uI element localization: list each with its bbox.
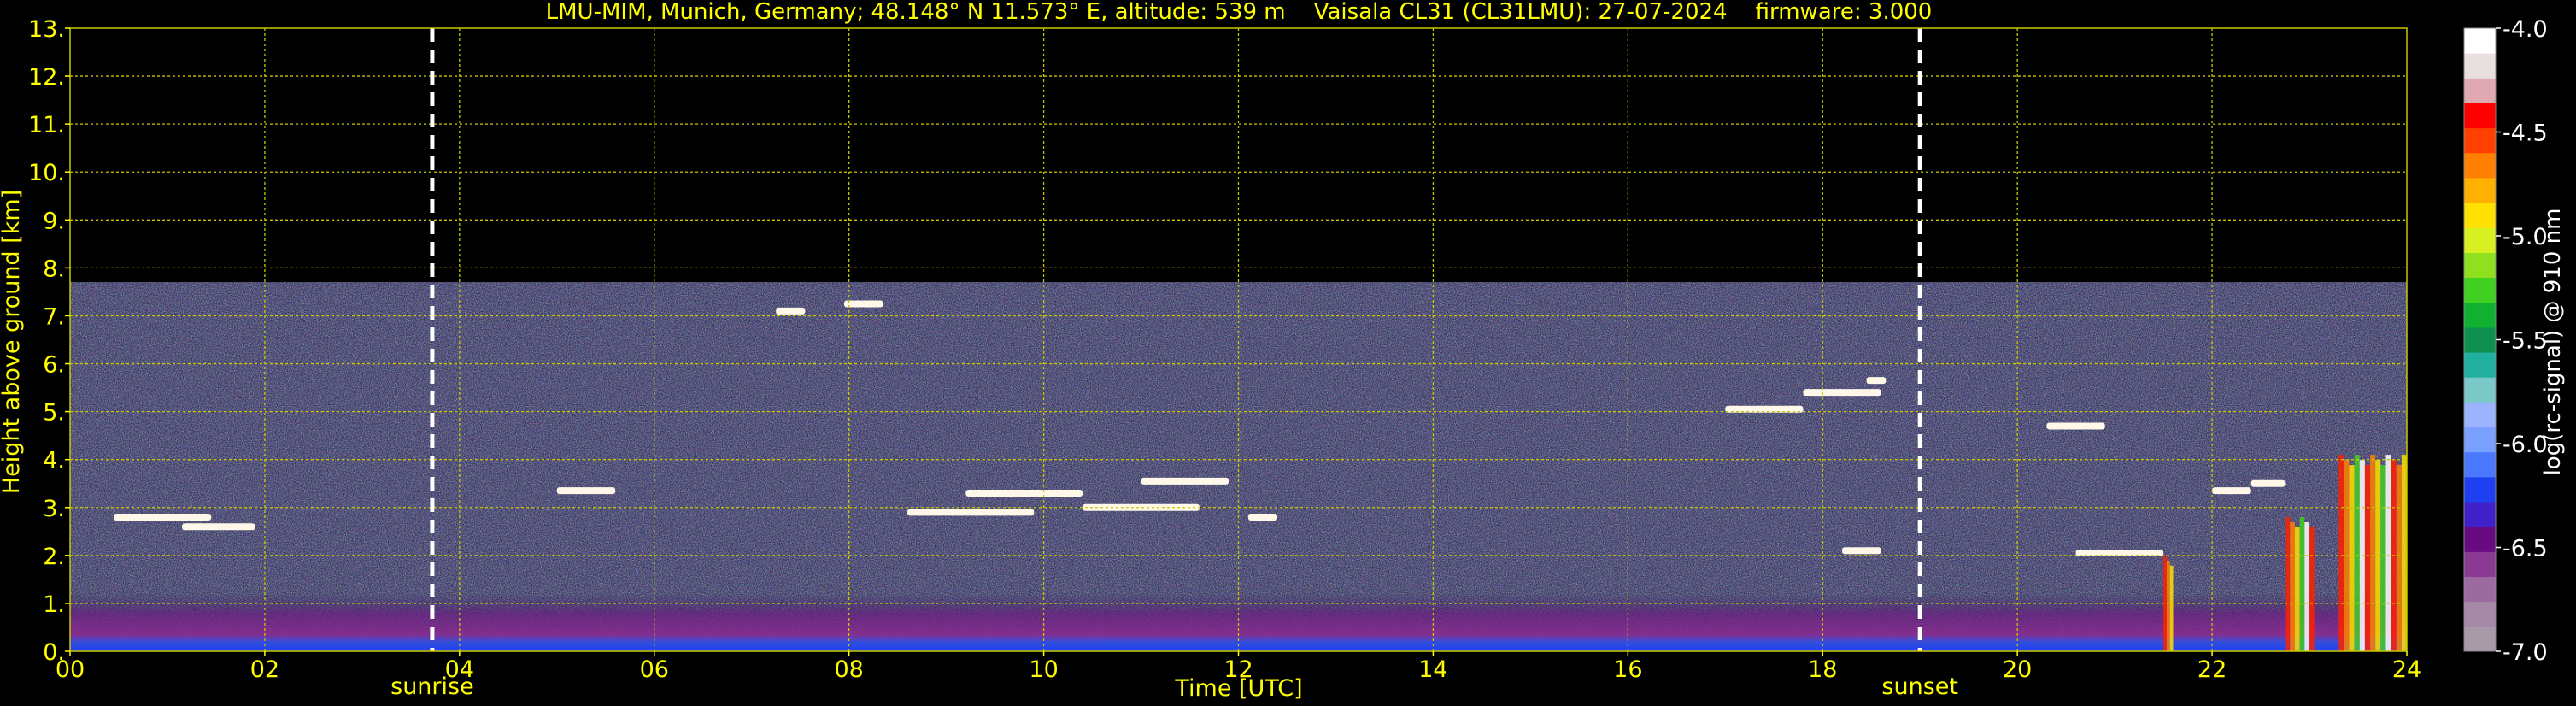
precip-streak-2-0 [2338, 455, 2344, 651]
precip-streak-1-3 [2299, 516, 2305, 651]
cloud-layer-4 [843, 300, 883, 308]
precip-streak-2-6 [2370, 455, 2376, 651]
y-tick-label-11: 11. [28, 112, 65, 138]
colorbar-swatch-6 [2464, 476, 2496, 503]
colorbar-tick-label-1: -4.5 [2503, 121, 2548, 147]
colorbar-swatch-22 [2464, 78, 2496, 103]
colorbar-swatch-20 [2464, 127, 2496, 154]
cloud-layer-12 [1866, 377, 1887, 385]
colorbar-swatch-3 [2464, 551, 2496, 578]
y-tick-label-9: 9. [43, 208, 65, 234]
colorbar-swatch-1 [2464, 601, 2496, 627]
x-tick-label-8: 16 [1613, 656, 1642, 683]
x-tick-label-5: 10 [1029, 656, 1058, 683]
colorbar-swatch-11 [2464, 352, 2496, 378]
boundary-layer-aerosol [70, 593, 2407, 651]
x-tick-label-7: 14 [1418, 656, 1447, 683]
colorbar-swatch-24 [2464, 28, 2496, 54]
cloud-layer-1 [182, 523, 255, 531]
colorbar-swatch-0 [2464, 626, 2496, 652]
cloud-layer-9 [1247, 513, 1278, 521]
x-axis-label: Time [UTC] [1174, 675, 1302, 702]
precip-streak-1-1 [2290, 521, 2295, 651]
precip-streak-1-5 [2309, 527, 2315, 651]
cloud-layer-3 [776, 307, 806, 315]
cloud-layer-8 [1141, 477, 1229, 485]
precip-streak-2-9 [2385, 455, 2391, 651]
precip-streak-2-12 [2401, 455, 2407, 651]
colorbar-swatch-7 [2464, 451, 2496, 478]
x-tick-label-10: 20 [2003, 656, 2032, 683]
x-tick-label-9: 18 [1808, 656, 1837, 683]
precip-streak-2-5 [2364, 465, 2371, 651]
x-tick-label-1: 02 [250, 656, 279, 683]
colorbar-label: log(rc-signal) @ 910 nm [2540, 209, 2566, 476]
precip-streak-0-2 [2169, 565, 2174, 651]
cloud-layer-6 [965, 489, 1083, 497]
precip-streak-2-11 [2396, 465, 2402, 651]
colorbar-swatch-17 [2464, 203, 2496, 228]
ceilometer-chart: sunrise sunset 00 02 04 06 08 10 12 14 16 18 20 22 24… [0, 0, 2566, 702]
colorbar-swatch-8 [2464, 427, 2496, 453]
y-tick-label-5: 5. [43, 400, 65, 427]
precip-streak-2-2 [2349, 465, 2355, 651]
colorbar-swatch-21 [2464, 103, 2496, 129]
x-tick-label-2: 04 [445, 656, 474, 683]
colorbar-swatch-10 [2464, 377, 2496, 403]
colorbar-swatch-13 [2464, 302, 2496, 328]
cloud-layer-16 [2212, 487, 2251, 495]
cloud-layer-5 [907, 509, 1035, 516]
cloud-layer-11 [1803, 389, 1881, 397]
y-tick-label-7: 7. [43, 303, 65, 330]
y-tick-label-1: 1. [43, 591, 65, 618]
chart-title: LMU-MIM, Munich, Germany; 48.148° N 11.5… [546, 0, 1933, 25]
cloud-layer-2 [556, 487, 616, 495]
precip-streak-1-0 [2285, 516, 2291, 651]
cloud-layer-17 [2250, 479, 2286, 487]
y-tick-label-6: 6. [43, 352, 65, 379]
colorbar-swatch-23 [2464, 53, 2496, 79]
x-tick-label-4: 08 [834, 656, 863, 683]
colorbar-tick-label-5: -6.5 [2503, 536, 2548, 562]
colorbar: -4.0-4.5-5.0-5.5-6.0-6.5-7.0 [2463, 16, 2548, 666]
colorbar-tick-label-6: -7.0 [2503, 639, 2548, 666]
sunset-label: sunset [1881, 674, 1958, 700]
y-tick-label-2: 2. [43, 544, 65, 570]
cloud-layer-15 [2075, 550, 2164, 557]
x-tick-label-11: 22 [2198, 656, 2227, 683]
colorbar-swatch-19 [2464, 152, 2496, 179]
cloud-layer-7 [1083, 503, 1200, 511]
cloud-layer-0 [114, 513, 212, 521]
precip-streak-2-3 [2354, 455, 2360, 651]
colorbar-swatch-16 [2464, 227, 2496, 253]
y-tick-label-10: 10. [28, 160, 65, 186]
precip-streak-2-8 [2380, 465, 2386, 651]
y-tick-label-8: 8. [43, 256, 65, 282]
precip-streak-1-4 [2304, 521, 2310, 651]
y-axis-label: Height above ground [km] [0, 190, 25, 494]
aerosol-gradient [70, 593, 2407, 651]
x-tick-label-12: 24 [2392, 656, 2421, 683]
colorbar-swatch-15 [2464, 252, 2496, 279]
x-tick-label-3: 06 [640, 656, 669, 683]
colorbar-tick-label-0: -4.0 [2503, 16, 2548, 43]
y-tick-label-13: 13. [28, 16, 65, 43]
y-tick-label-12: 12. [28, 64, 65, 91]
colorbar-swatch-9 [2464, 402, 2496, 428]
y-tick-label-3: 3. [43, 496, 65, 522]
precip-streak-0-1 [2166, 560, 2170, 651]
colorbar-swatch-4 [2464, 527, 2496, 552]
colorbar-swatch-14 [2464, 277, 2496, 303]
cloud-layer-14 [2046, 422, 2105, 430]
precip-streak-1-2 [2294, 527, 2300, 651]
colorbar-swatch-18 [2464, 177, 2496, 203]
colorbar-swatch-2 [2464, 576, 2496, 603]
cloud-layer-13 [1842, 547, 1881, 555]
y-tick-label-4: 4. [43, 448, 65, 474]
y-tick-label-0: 0. [43, 639, 65, 666]
colorbar-swatch-12 [2464, 327, 2496, 353]
colorbar-swatch-5 [2464, 502, 2496, 527]
